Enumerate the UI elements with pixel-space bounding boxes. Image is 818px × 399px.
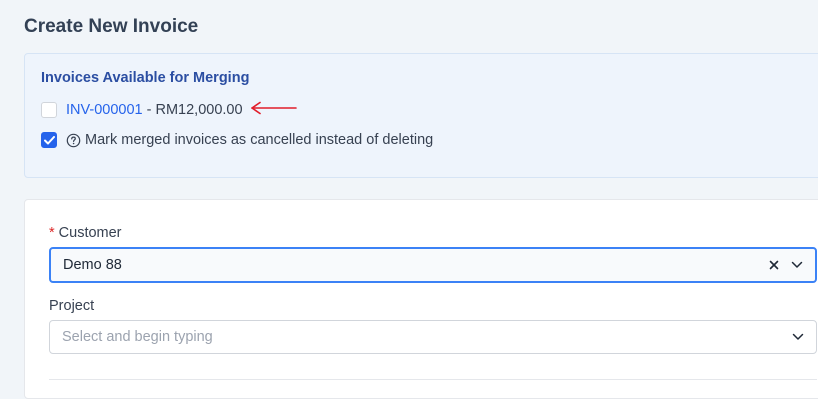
merge-invoices-panel: Invoices Available for Merging INV-00000… [24, 53, 818, 178]
merge-invoice-checkbox[interactable] [41, 102, 57, 118]
project-select[interactable]: Select and begin typing [49, 320, 817, 354]
merge-invoice-row: INV-000001 - RM12,000.00 [41, 101, 299, 119]
mark-cancelled-checkbox[interactable] [41, 132, 57, 148]
question-circle-icon[interactable] [66, 133, 81, 148]
customer-label-text: Customer [58, 225, 122, 241]
chevron-down-icon[interactable] [792, 333, 804, 341]
customer-select[interactable]: Demo 88 [49, 247, 817, 283]
mark-cancelled-row: Mark merged invoices as cancelled instea… [41, 132, 433, 148]
form-divider [49, 379, 817, 380]
mark-cancelled-label: Mark merged invoices as cancelled instea… [85, 132, 434, 148]
customer-field-label: * Customer [49, 225, 122, 241]
invoice-form-card: * Customer Demo 88 Project Select and beg… [24, 199, 818, 399]
page-title: Create New Invoice [24, 16, 199, 37]
customer-select-value: Demo 88 [63, 257, 122, 273]
project-field-label: Project [49, 298, 95, 314]
invoice-separator: - [142, 102, 156, 118]
required-indicator: * [49, 225, 55, 241]
invoice-amount: RM12,000.00 [155, 102, 243, 118]
merge-panel-heading: Invoices Available for Merging [41, 70, 250, 86]
close-icon[interactable] [769, 260, 779, 270]
arrow-left-icon [249, 101, 299, 119]
chevron-down-icon[interactable] [791, 261, 803, 269]
invoice-number-link[interactable]: INV-000001 [66, 102, 143, 118]
project-select-placeholder: Select and begin typing [62, 329, 213, 345]
